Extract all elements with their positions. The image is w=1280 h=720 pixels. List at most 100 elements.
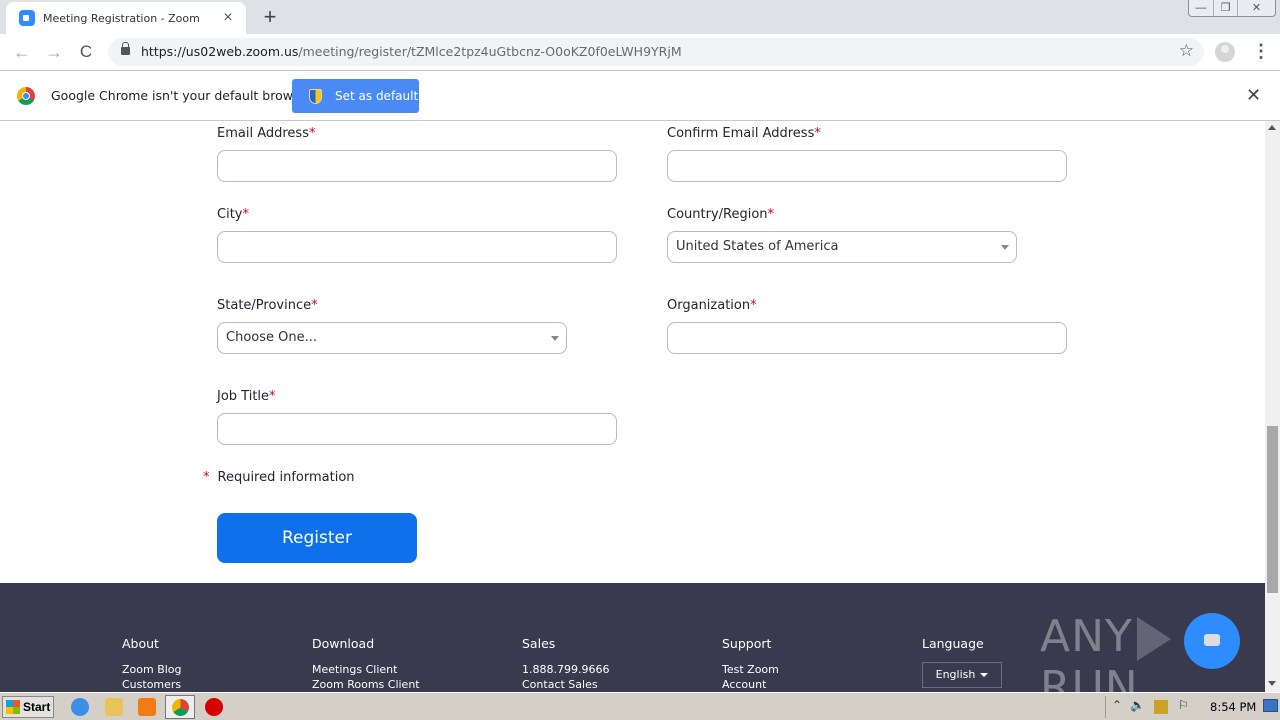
set-as-default-button[interactable]: Set as default xyxy=(292,79,419,113)
network-warning-icon[interactable] xyxy=(1154,700,1168,714)
footer-heading-about: About xyxy=(122,636,159,651)
required-asterisk: * xyxy=(308,126,316,141)
email-address-label: Email Address* xyxy=(217,126,315,141)
back-button[interactable]: ← xyxy=(10,40,34,64)
tab-meeting-registration[interactable]: Meeting Registration - Zoom × xyxy=(6,2,246,34)
url-text[interactable]: https://us02web.zoom.us/meeting/register… xyxy=(141,44,682,59)
internet-explorer-icon[interactable] xyxy=(71,698,89,716)
profile-avatar-icon[interactable] xyxy=(1215,42,1235,62)
play-logo-icon xyxy=(1136,617,1171,661)
tab-close-icon[interactable]: × xyxy=(218,8,238,28)
browser-toolbar: ← → C https://us02web.zoom.us/meeting/re… xyxy=(0,34,1280,71)
state-province-label-text: State/Province xyxy=(217,298,312,313)
forward-button[interactable]: → xyxy=(42,40,66,64)
new-tab-button[interactable]: + xyxy=(258,5,282,29)
scroll-thumb[interactable] xyxy=(1267,426,1278,593)
page-scrollbar[interactable] xyxy=(1265,121,1280,692)
action-center-flag-icon[interactable]: ⚐ xyxy=(1178,698,1189,712)
footer-link-sales-phone[interactable]: 1.888.799.9666 xyxy=(522,663,609,676)
city-label-text: City xyxy=(217,207,243,222)
watermark-left-text: ANY xyxy=(1040,611,1133,662)
chrome-menu-icon[interactable]: ⋮ xyxy=(1252,40,1270,64)
city-input[interactable] xyxy=(217,231,617,263)
tab-title: Meeting Registration - Zoom xyxy=(43,11,200,25)
confirm-email-label: Confirm Email Address* xyxy=(667,126,821,141)
email-address-input[interactable] xyxy=(217,150,617,182)
chevron-down-icon xyxy=(551,336,559,341)
job-title-label-text: Job Title xyxy=(217,389,270,404)
infobar-message: Google Chrome isn't your default browser xyxy=(51,88,313,103)
country-region-label-text: Country/Region xyxy=(667,207,768,222)
footer-heading-language: Language xyxy=(922,636,984,651)
required-info-text: Required information xyxy=(217,470,355,485)
caret-down-icon xyxy=(980,673,989,677)
footer-link-meetings-client[interactable]: Meetings Client xyxy=(312,663,397,676)
infobar-close-icon[interactable]: ✕ xyxy=(1246,85,1261,106)
job-title-input[interactable] xyxy=(217,413,617,445)
organization-input[interactable] xyxy=(667,322,1067,354)
page-content: Email Address* Confirm Email Address* Ci… xyxy=(0,121,1265,692)
chevron-down-icon xyxy=(1001,245,1009,250)
show-desktop-icon[interactable] xyxy=(1263,699,1278,712)
email-address-label-text: Email Address xyxy=(217,126,309,141)
job-title-label: Job Title* xyxy=(217,389,276,404)
clock[interactable]: 8:54 PM xyxy=(1210,700,1256,714)
language-value: English xyxy=(935,668,976,681)
file-explorer-icon[interactable] xyxy=(105,698,123,716)
footer-heading-support: Support xyxy=(722,636,772,651)
required-asterisk: * xyxy=(750,298,757,313)
confirm-email-label-text: Confirm Email Address xyxy=(667,126,815,141)
taskbar-chrome-button[interactable] xyxy=(165,695,195,719)
window-controls: — ❐ ✕ xyxy=(1188,0,1276,17)
lock-icon[interactable] xyxy=(121,42,130,55)
footer-link-contact-sales[interactable]: Contact Sales xyxy=(522,678,598,691)
country-region-select[interactable]: United States of America xyxy=(667,231,1017,263)
volume-icon[interactable]: 🔈 xyxy=(1130,698,1145,712)
footer-link-zoom-rooms-client[interactable]: Zoom Rooms Client xyxy=(312,678,420,691)
country-region-label: Country/Region* xyxy=(667,207,774,222)
chrome-icon xyxy=(172,699,189,716)
reload-button[interactable]: C xyxy=(74,40,98,64)
site-footer: About Zoom Blog Customers Download Meeti… xyxy=(0,583,1265,692)
footer-link-test-zoom[interactable]: Test Zoom xyxy=(722,663,779,676)
tab-strip: Meeting Registration - Zoom × + — ❐ ✕ xyxy=(0,0,1280,34)
footer-heading-sales: Sales xyxy=(522,636,556,651)
required-asterisk: * xyxy=(814,126,821,141)
state-province-select[interactable]: Choose One... xyxy=(217,322,567,354)
opera-icon[interactable] xyxy=(205,698,223,716)
minimize-button[interactable]: — xyxy=(1189,0,1213,16)
show-hidden-icons-icon[interactable]: ⌃ xyxy=(1112,698,1122,712)
required-asterisk: * xyxy=(203,470,210,485)
confirm-email-input[interactable] xyxy=(667,150,1067,182)
scroll-down-arrow-icon[interactable] xyxy=(1268,681,1276,686)
footer-link-customers[interactable]: Customers xyxy=(122,678,181,691)
windows-taskbar: Start ⌃ 🔈 ⚐ 8:54 PM xyxy=(0,692,1280,720)
language-select[interactable]: English xyxy=(922,662,1002,688)
url-path: /meeting/register/tZMlce2tpz4uGtbcnz-O0o… xyxy=(298,44,682,59)
media-player-icon[interactable] xyxy=(138,698,156,716)
default-browser-infobar: Google Chrome isn't your default browser… xyxy=(0,71,1280,121)
url-host: https://us02web.zoom.us xyxy=(141,44,299,59)
set-as-default-label: Set as default xyxy=(335,89,419,103)
watermark-right-text: RUN xyxy=(1040,662,1139,692)
chrome-logo-icon xyxy=(17,87,35,105)
start-button[interactable]: Start xyxy=(2,696,54,718)
register-button[interactable]: Register xyxy=(217,513,417,563)
footer-link-zoom-blog[interactable]: Zoom Blog xyxy=(122,663,182,676)
state-province-label: State/Province* xyxy=(217,298,318,313)
required-asterisk: * xyxy=(269,389,276,404)
window-close-button[interactable]: ✕ xyxy=(1237,0,1275,16)
required-asterisk: * xyxy=(311,298,318,313)
required-info-note: * Required information xyxy=(203,470,355,485)
scroll-up-arrow-icon[interactable] xyxy=(1268,125,1276,130)
organization-label-text: Organization xyxy=(667,298,751,313)
address-bar[interactable]: https://us02web.zoom.us/meeting/register… xyxy=(108,38,1204,66)
footer-link-account[interactable]: Account xyxy=(722,678,766,691)
chat-support-icon[interactable] xyxy=(1184,613,1240,669)
state-province-value: Choose One... xyxy=(226,330,317,345)
organization-label: Organization* xyxy=(667,298,757,313)
required-asterisk: * xyxy=(767,207,775,222)
restore-button[interactable]: ❐ xyxy=(1213,0,1237,16)
country-region-value: United States of America xyxy=(676,239,839,254)
bookmark-star-icon[interactable]: ☆ xyxy=(1179,41,1194,61)
